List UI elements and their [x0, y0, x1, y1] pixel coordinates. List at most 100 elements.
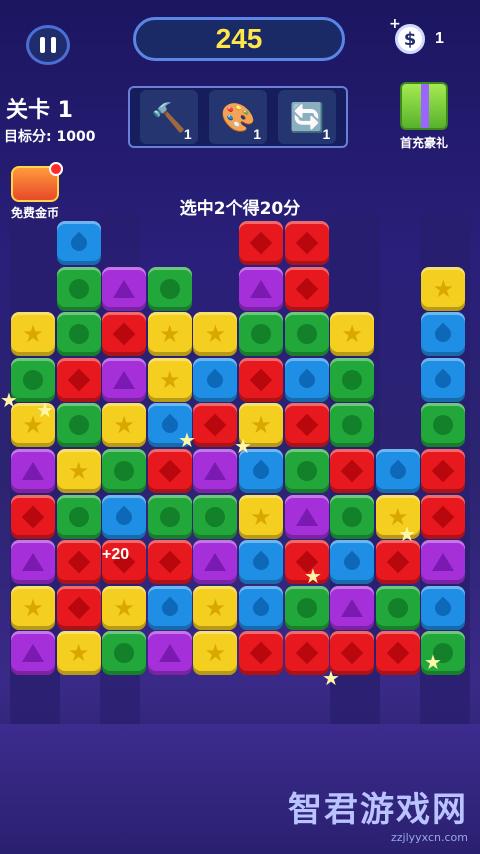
yellow-block[interactable]: ★ [239, 494, 283, 539]
red-block[interactable] [330, 449, 375, 493]
circle-icon [68, 415, 89, 436]
purple-block[interactable] [147, 631, 192, 676]
circle-icon [205, 506, 226, 527]
score-popup: +20 [102, 546, 130, 563]
yellow-block[interactable]: ★ [193, 312, 238, 357]
red-block[interactable] [375, 540, 420, 585]
circle-icon [159, 278, 180, 299]
red-block[interactable] [284, 221, 329, 265]
yellow-block[interactable]: ★ [330, 312, 375, 357]
blue-block[interactable] [330, 540, 375, 585]
red-block[interactable] [56, 540, 101, 585]
circle-icon [433, 415, 454, 436]
diamond-icon [340, 459, 364, 483]
green-block[interactable] [375, 585, 420, 630]
red-block[interactable] [11, 494, 55, 539]
purple-block[interactable] [11, 449, 55, 493]
yellow-block[interactable]: ★ [56, 449, 101, 493]
blue-block[interactable] [102, 494, 147, 539]
yellow-block[interactable]: ★ [193, 585, 238, 630]
red-block[interactable] [193, 403, 238, 448]
blue-block[interactable] [284, 357, 329, 402]
tri-icon [158, 644, 181, 663]
tri-icon [113, 370, 136, 389]
purple-block[interactable] [284, 494, 329, 539]
purple-block[interactable] [193, 540, 238, 585]
drop-icon [386, 459, 410, 483]
red-block[interactable] [284, 266, 329, 311]
yellow-block[interactable]: ★ [11, 585, 55, 630]
yellow-block[interactable]: ★ [147, 357, 192, 402]
red-block[interactable] [375, 631, 420, 676]
star-icon: ★ [250, 502, 272, 531]
purple-block[interactable] [421, 540, 466, 585]
green-block[interactable] [421, 403, 466, 448]
yellow-block[interactable]: ★ [102, 403, 147, 448]
red-block[interactable] [239, 221, 283, 265]
green-block[interactable] [56, 494, 101, 539]
yellow-block[interactable]: ★ [102, 585, 147, 630]
blue-block[interactable] [56, 221, 101, 265]
circle-icon [342, 369, 363, 390]
green-block[interactable] [284, 449, 329, 493]
circle-icon [159, 506, 180, 527]
green-block[interactable] [56, 312, 101, 357]
purple-block[interactable] [11, 540, 55, 585]
purple-block[interactable] [193, 449, 238, 493]
green-block[interactable] [147, 266, 192, 311]
purple-block[interactable] [102, 357, 147, 402]
red-block[interactable] [147, 449, 192, 493]
circle-icon [114, 643, 135, 664]
purple-block[interactable] [239, 266, 283, 311]
green-block[interactable] [147, 494, 192, 539]
yellow-block[interactable]: ★ [421, 266, 466, 311]
green-block[interactable] [284, 312, 329, 357]
red-block[interactable] [284, 403, 329, 448]
red-block[interactable] [421, 494, 466, 539]
red-block[interactable] [56, 357, 101, 402]
green-block[interactable] [330, 403, 375, 448]
tri-icon [204, 462, 227, 480]
green-block[interactable] [193, 494, 238, 539]
green-block[interactable] [330, 494, 375, 539]
red-block[interactable] [147, 540, 192, 585]
blue-block[interactable] [421, 312, 466, 357]
watermark-title: 智君游戏网 [288, 790, 468, 830]
circle-icon [342, 506, 363, 527]
red-block[interactable] [239, 357, 283, 402]
sparkle-icon: ★ [234, 434, 252, 458]
red-block[interactable] [239, 631, 283, 676]
game-board: ★ ★ ★ ★ ★ ★ ★ ★ ★ ★ ★ ★ ★ ★ ★ ★ ★ [0, 0, 480, 854]
purple-block[interactable] [330, 585, 375, 630]
star-icon: ★ [432, 274, 455, 303]
blue-block[interactable] [239, 540, 283, 585]
blue-block[interactable] [375, 449, 420, 493]
blue-block[interactable] [239, 585, 283, 630]
green-block[interactable] [239, 312, 283, 357]
blue-block[interactable] [193, 357, 238, 402]
green-block[interactable] [330, 357, 375, 402]
circle-icon [387, 597, 408, 618]
blue-block[interactable] [147, 585, 192, 630]
red-block[interactable] [421, 449, 466, 493]
star-icon: ★ [204, 320, 227, 349]
red-block[interactable] [102, 312, 147, 357]
yellow-block[interactable]: ★ [147, 312, 192, 357]
yellow-block[interactable]: ★ [193, 631, 238, 676]
green-block[interactable] [284, 585, 329, 630]
tri-icon [22, 644, 44, 663]
green-block[interactable] [56, 403, 101, 448]
green-block[interactable] [102, 449, 147, 493]
diamond-icon [67, 368, 90, 392]
blue-block[interactable] [421, 585, 466, 630]
blue-block[interactable] [421, 357, 466, 402]
green-block[interactable] [102, 631, 147, 676]
green-block[interactable] [56, 266, 101, 311]
yellow-block[interactable]: ★ [56, 631, 101, 676]
diamond-icon [432, 459, 455, 483]
purple-block[interactable] [102, 266, 147, 311]
drop-icon [432, 368, 455, 392]
red-block[interactable] [56, 585, 101, 630]
yellow-block[interactable]: ★ [11, 312, 55, 357]
purple-block[interactable] [11, 631, 55, 676]
